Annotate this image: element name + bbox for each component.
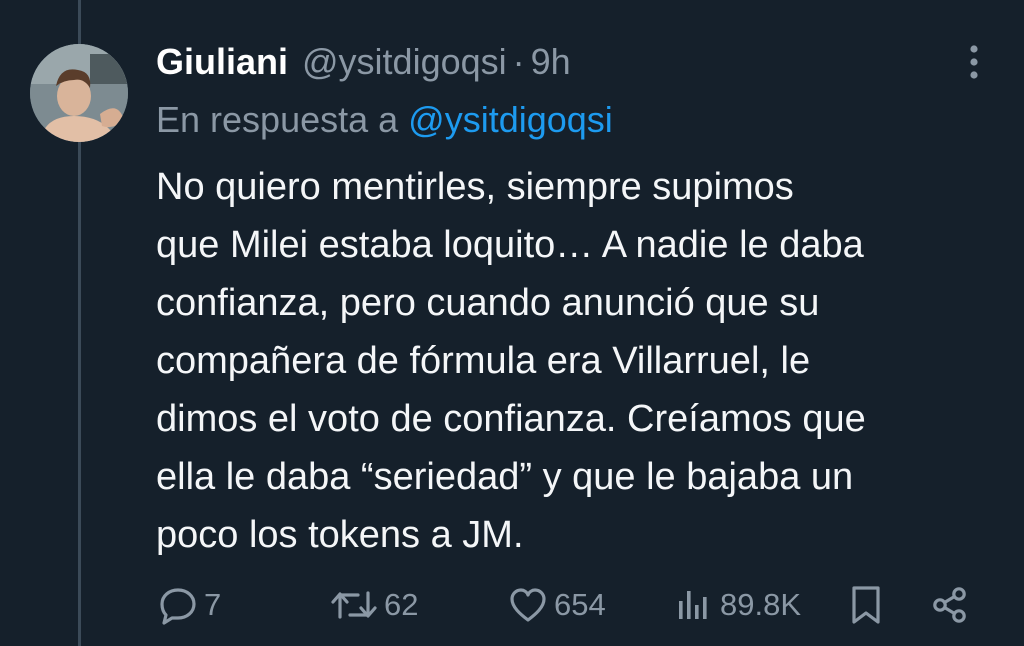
tweet-text-line: que Milei estaba loquito… A nadie le dab… (156, 224, 864, 266)
retweet-button[interactable]: 62 (330, 578, 418, 632)
reply-mention-link[interactable]: @ysitdigoqsi (408, 99, 613, 140)
tweet-text-line: dimos el voto de confianza. Creíamos que (156, 398, 866, 440)
tweet-text: No quiero mentirles, siempre supimos que… (156, 158, 866, 564)
separator-dot: · (512, 41, 525, 82)
tweet-text-line: ella le daba “seriedad” y que le bajaba … (156, 456, 854, 498)
reply-button[interactable]: 7 (158, 578, 221, 632)
share-icon (933, 587, 966, 623)
author-name[interactable]: Giuliani (156, 36, 288, 88)
like-button[interactable]: 654 (508, 578, 606, 632)
share-button[interactable] (930, 578, 970, 632)
views-count: 89.8K (720, 587, 802, 622)
like-count: 654 (554, 587, 606, 622)
tweet-action-bar: 7 62 654 89.8K (0, 578, 1024, 632)
bookmark-button[interactable] (848, 578, 884, 632)
timestamp[interactable]: 9h (531, 36, 571, 88)
views-button[interactable]: 89.8K (674, 578, 801, 632)
heart-icon (510, 588, 546, 622)
tweet-text-line: poco los tokens a JM. (156, 514, 524, 556)
views-bar-chart-icon (679, 591, 707, 619)
avatar-photo (30, 44, 128, 142)
tweet-text-line: confianza, pero cuando anunció que su (156, 282, 820, 324)
retweet-count: 62 (384, 587, 419, 622)
author-handle[interactable]: @ysitdigoqsi (302, 36, 507, 88)
more-vertical-icon (970, 45, 978, 79)
retweet-icon (331, 591, 377, 619)
reply-prefix: En respuesta a (156, 99, 399, 140)
avatar[interactable] (30, 44, 128, 142)
reply-count: 7 (204, 587, 222, 622)
reply-context: En respuesta a @ysitdigoqsi (156, 96, 613, 144)
tweet-text-line: No quiero mentirles, siempre supimos (156, 166, 794, 208)
tweet-text-line: compañera de fórmula era Villarruel, le (156, 340, 811, 382)
bookmark-icon (852, 586, 880, 624)
more-options-button[interactable] (956, 40, 992, 84)
tweet-header: Giuliani @ysitdigoqsi · 9h (156, 36, 571, 88)
reply-bubble-icon (160, 588, 196, 625)
